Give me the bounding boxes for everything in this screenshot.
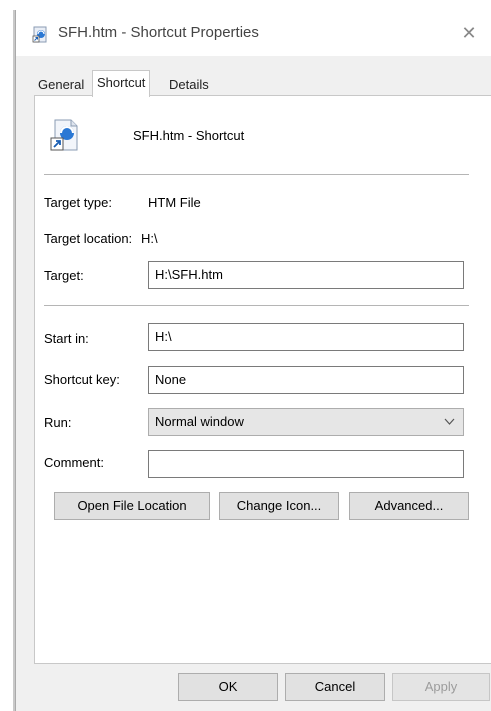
apply-button[interactable]: Apply (392, 673, 490, 701)
shortcut-tab-panel: SFH.htm - Shortcut Target type: HTM File… (34, 95, 491, 664)
close-icon: ✕ (461, 22, 477, 43)
close-button[interactable]: ✕ (446, 10, 491, 56)
target-type-value: HTM File (148, 195, 201, 210)
htm-shortcut-icon (49, 118, 83, 152)
run-dropdown[interactable]: Normal window (148, 408, 464, 436)
run-label: Run: (44, 415, 72, 430)
tab-strip: General Shortcut Details (34, 70, 491, 97)
shortcut-name: SFH.htm - Shortcut (133, 128, 245, 143)
target-location-label: Target location: (44, 231, 133, 246)
start-in-field[interactable]: H:\ (148, 323, 464, 351)
title-bar: SFH.htm - Shortcut Properties ✕ (16, 10, 491, 56)
comment-field[interactable] (148, 450, 464, 478)
start-in-label: Start in: (44, 331, 89, 346)
shortcut-key-field[interactable]: None (148, 366, 464, 394)
cancel-button[interactable]: Cancel (285, 673, 385, 701)
change-icon-button[interactable]: Change Icon... (219, 492, 339, 520)
run-selected-value: Normal window (155, 414, 244, 429)
open-file-location-button[interactable]: Open File Location (54, 492, 210, 520)
chevron-down-icon (444, 409, 455, 444)
tab-details[interactable]: Details (165, 74, 213, 96)
shortcut-file-icon (32, 26, 49, 43)
shortcut-key-label: Shortcut key: (44, 372, 120, 387)
separator-top (44, 174, 469, 175)
target-type-label: Target type: (44, 195, 112, 210)
window-title: SFH.htm - Shortcut Properties (58, 24, 259, 41)
ok-button[interactable]: OK (178, 673, 278, 701)
advanced-button[interactable]: Advanced... (349, 492, 469, 520)
target-location-value: H:\ (141, 231, 158, 246)
comment-label: Comment: (44, 455, 104, 470)
properties-window: SFH.htm - Shortcut Properties ✕ General … (15, 10, 491, 711)
tab-general[interactable]: General (34, 74, 88, 96)
separator-middle (44, 305, 469, 306)
tab-shortcut[interactable]: Shortcut (92, 70, 151, 97)
target-field[interactable]: H:\SFH.htm (148, 261, 464, 289)
target-label: Target: (44, 268, 84, 283)
